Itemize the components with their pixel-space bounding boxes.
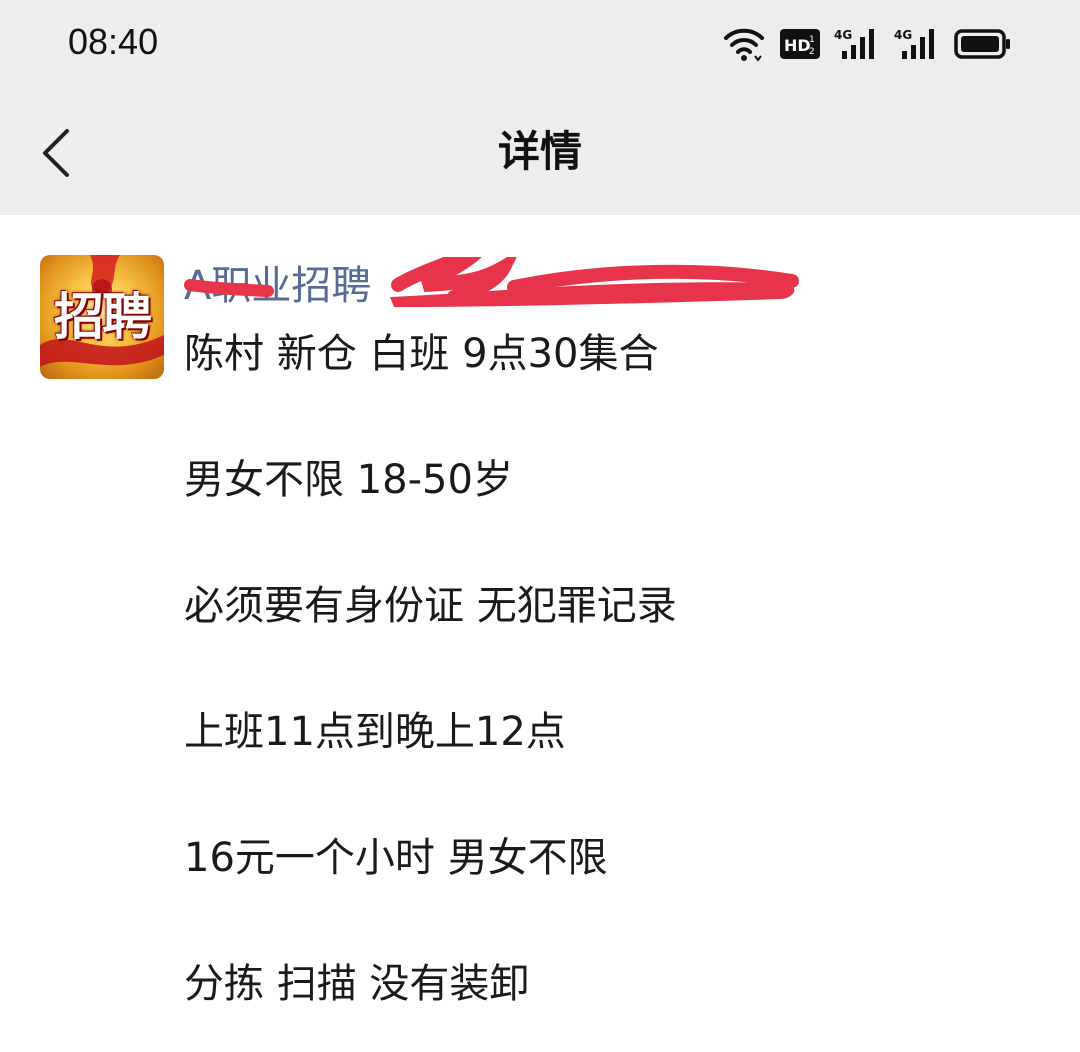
message-line: 男女不限 18-50岁 [184, 457, 513, 503]
battery-icon [954, 29, 1012, 59]
svg-text:4G: 4G [894, 28, 912, 42]
sender-name[interactable]: A职业招聘 [184, 257, 371, 315]
status-time: 08:40 [68, 21, 159, 62]
avatar[interactable]: 招聘 [40, 255, 164, 379]
message-line: 分拣 扫描 没有装卸 [184, 961, 530, 1007]
detail-screen: 08:40 HD 1 2 4G 4G 详情 招聘 A职业招聘 陈村 新仓 白班 … [0, 0, 1080, 1052]
message-line: 16元一个小时 男女不限 [184, 835, 608, 881]
message-line: 上班11点到晚上12点 [184, 709, 566, 755]
sender-row: A职业招聘 [184, 257, 824, 317]
svg-text:1: 1 [809, 35, 815, 45]
message-content: 陈村 新仓 白班 9点30集合 男女不限 18-50岁 必须要有身份证 无犯罪记… [184, 325, 1044, 1052]
wifi-icon [722, 26, 766, 62]
avatar-label: 招聘 [54, 288, 152, 346]
svg-text:4G: 4G [834, 28, 852, 42]
status-icons: HD 1 2 4G 4G [722, 22, 1012, 66]
top-bar: 08:40 HD 1 2 4G 4G 详情 [0, 0, 1080, 215]
message-line: 必须要有身份证 无犯罪记录 [184, 583, 677, 629]
signal-4g-icon: 4G [894, 27, 940, 61]
signal-4g-icon: 4G [834, 27, 880, 61]
message-line: 陈村 新仓 白班 9点30集合 [184, 331, 659, 377]
page-title: 详情 [497, 127, 582, 176]
hd-icon: HD 1 2 [780, 29, 820, 59]
svg-text:2: 2 [809, 47, 815, 57]
nav-header: 详情 [0, 100, 1080, 205]
svg-text:HD: HD [784, 36, 811, 55]
